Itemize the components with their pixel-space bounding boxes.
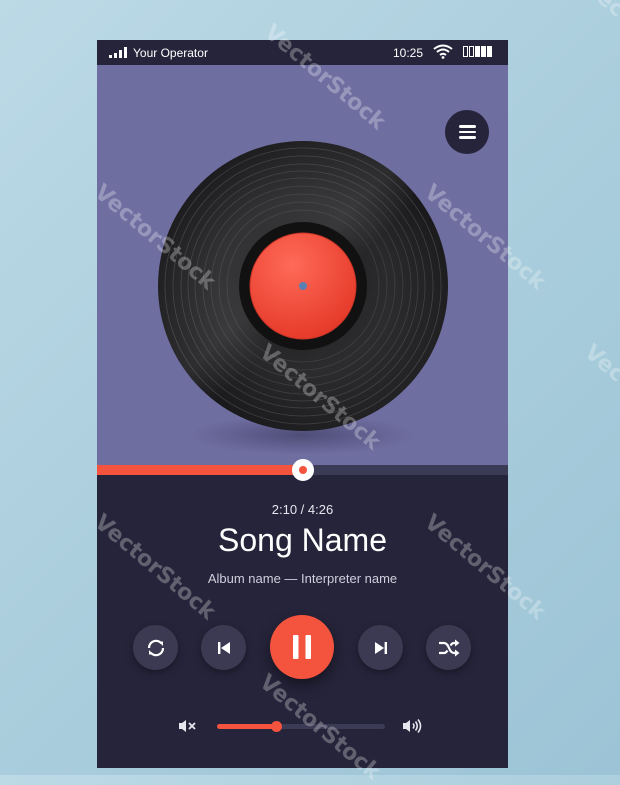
status-bar: Your Operator 10:25 — [97, 40, 508, 65]
time-readout: 2:10 / 4:26 — [271, 502, 334, 517]
shuffle-icon — [438, 639, 459, 656]
shuffle-button[interactable] — [426, 625, 471, 670]
wifi-icon — [433, 44, 453, 59]
repeat-icon — [147, 639, 164, 656]
watermark: VectorStock — [579, 339, 620, 456]
previous-button[interactable] — [201, 625, 246, 670]
playback-progress-bar[interactable] — [97, 459, 508, 481]
volume-fill — [217, 724, 276, 729]
vinyl-record — [158, 141, 448, 431]
album-art-area — [97, 65, 508, 465]
progress-handle[interactable] — [291, 459, 314, 481]
watermark: VectorStock — [579, 0, 620, 91]
skip-previous-icon — [217, 641, 230, 654]
signal-bars-icon — [109, 47, 127, 58]
skip-next-icon — [374, 641, 387, 654]
play-pause-button[interactable] — [270, 615, 334, 679]
volume-slider[interactable] — [217, 721, 385, 732]
battery-icon — [463, 46, 492, 57]
operator-name: Your Operator — [133, 46, 208, 60]
volume-mute-icon[interactable] — [177, 718, 197, 734]
volume-handle[interactable] — [270, 721, 282, 732]
repeat-button[interactable] — [133, 625, 178, 670]
progress-fill — [97, 465, 303, 475]
next-button[interactable] — [358, 625, 403, 670]
volume-max-icon[interactable] — [401, 718, 423, 734]
pause-icon — [293, 635, 311, 659]
album-artist-subtitle: Album name — Interpreter name — [207, 571, 398, 586]
clock-time: 10:25 — [393, 46, 424, 60]
song-title: Song Name — [218, 522, 387, 558]
hamburger-menu-icon[interactable] — [445, 110, 489, 154]
phone-screen: Your Operator 10:25 2:10 / 4:26 Song Nam… — [97, 40, 508, 768]
